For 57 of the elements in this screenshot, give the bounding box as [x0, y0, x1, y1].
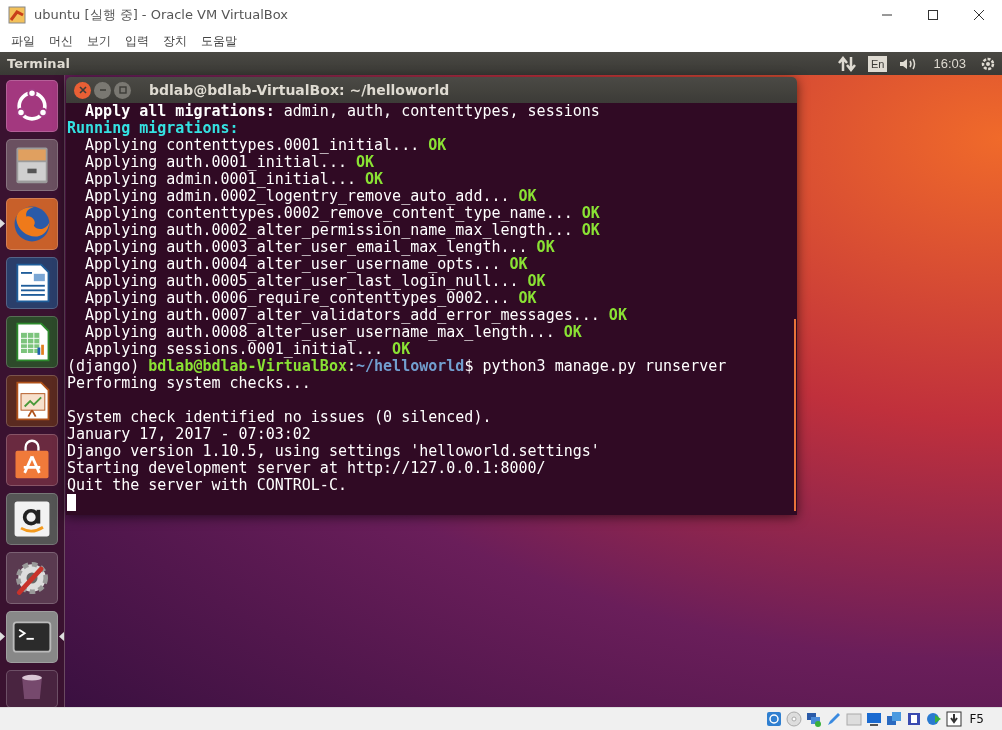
- terminal-line: Applying auth.0003_alter_user_email_max_length... OK: [84, 239, 555, 256]
- terminal-title: bdlab@bdlab-VirtualBox: ~/helloworld: [149, 82, 450, 98]
- launcher-button[interactable]: [6, 434, 58, 486]
- terminal-line: Apply all migrations: admin, auth, contenttypes, sessions: [85, 103, 601, 120]
- launcher-button[interactable]: [6, 257, 58, 309]
- monitor-icon[interactable]: [866, 711, 883, 727]
- close-icon: [78, 86, 87, 94]
- maximize-button[interactable]: [114, 81, 131, 99]
- terminal-line: Django version 1.10.5, using settings 'helloworld.settings': [67, 443, 601, 460]
- terminal-line: January 17, 2017 - 07:03:02: [67, 426, 312, 443]
- terminal-line: Running migrations:: [67, 120, 239, 137]
- terminal-line: Applying admin.0002_logentry_remove_auto_add... OK: [84, 188, 538, 205]
- terminal-line: Quit the server with CONTROL-C.: [67, 477, 348, 494]
- terminal-line: Applying auth.0004_alter_user_username_opts... OK: [84, 256, 529, 273]
- terminal-line: Applying auth.0007_alter_validators_add_error_messages... OK: [84, 307, 628, 324]
- terminal-line: Applying auth.0006_require_contenttypes_0002... OK: [84, 290, 538, 307]
- menu-item[interactable]: 보기: [80, 32, 118, 50]
- terminal-line: Applying auth.0002_alter_permission_name_max_length... OK: [84, 222, 601, 239]
- terminal-line: Applying auth.0001_initial... OK: [84, 154, 375, 171]
- window-title: ubuntu [실행 중] - Oracle VM VirtualBox: [34, 6, 289, 24]
- terminal-line: Applying auth.0008_alter_user_username_max_length... OK: [84, 324, 582, 341]
- disk-icon[interactable]: [766, 711, 783, 727]
- menu-item[interactable]: 머신: [42, 32, 80, 50]
- app-title: Terminal: [6, 56, 71, 71]
- launcher-button[interactable]: [6, 552, 58, 604]
- clock[interactable]: 16:03: [925, 56, 974, 71]
- minimize-button[interactable]: [94, 81, 111, 99]
- close-button[interactable]: [74, 81, 91, 99]
- launcher-button[interactable]: [6, 80, 58, 132]
- launcher-button[interactable]: [6, 611, 58, 663]
- menu-item[interactable]: 도움말: [194, 32, 244, 50]
- host-key: F5: [969, 712, 984, 726]
- pen-icon[interactable]: [826, 711, 843, 727]
- terminal-line: Performing system checks...: [67, 375, 312, 392]
- launcher-button[interactable]: [6, 316, 58, 368]
- launcher-button[interactable]: [6, 670, 58, 708]
- terminal-line: (django) bdlab@bdlab-VirtualBox:~/helloworld$ python3 manage.py runserver: [67, 358, 728, 375]
- terminal-line: Applying contenttypes.0002_remove_content_type_name... OK: [84, 205, 601, 222]
- launcher-button[interactable]: [6, 493, 58, 545]
- windows-icon[interactable]: [886, 711, 903, 727]
- terminal-line: Applying sessions.0001_initial... OK: [84, 341, 411, 358]
- terminal-line: System check identified no issues (0 silenced).: [67, 407, 493, 426]
- network-adapter-icon[interactable]: [806, 711, 823, 727]
- terminal-line: Applying admin.0001_initial... OK: [84, 171, 385, 188]
- menu-item[interactable]: 장치: [156, 32, 194, 50]
- download-icon[interactable]: [946, 711, 963, 727]
- scrollbar[interactable]: [794, 319, 796, 511]
- keyboard-layout-indicator[interactable]: En: [868, 55, 888, 72]
- launcher-button[interactable]: [6, 375, 58, 427]
- maximize-icon: [118, 86, 127, 94]
- terminal-line: Starting development server at http://127.0.0.1:8000/: [67, 460, 547, 477]
- terminal-line: Applying auth.0005_alter_user_last_login_null... OK: [84, 273, 547, 290]
- minimize-icon: [98, 86, 107, 94]
- menu-item[interactable]: 입력: [118, 32, 156, 50]
- terminal-line: Applying contenttypes.0001_initial... OK: [84, 137, 448, 154]
- app-icon: [8, 6, 26, 24]
- menu-item[interactable]: 파일: [4, 32, 42, 50]
